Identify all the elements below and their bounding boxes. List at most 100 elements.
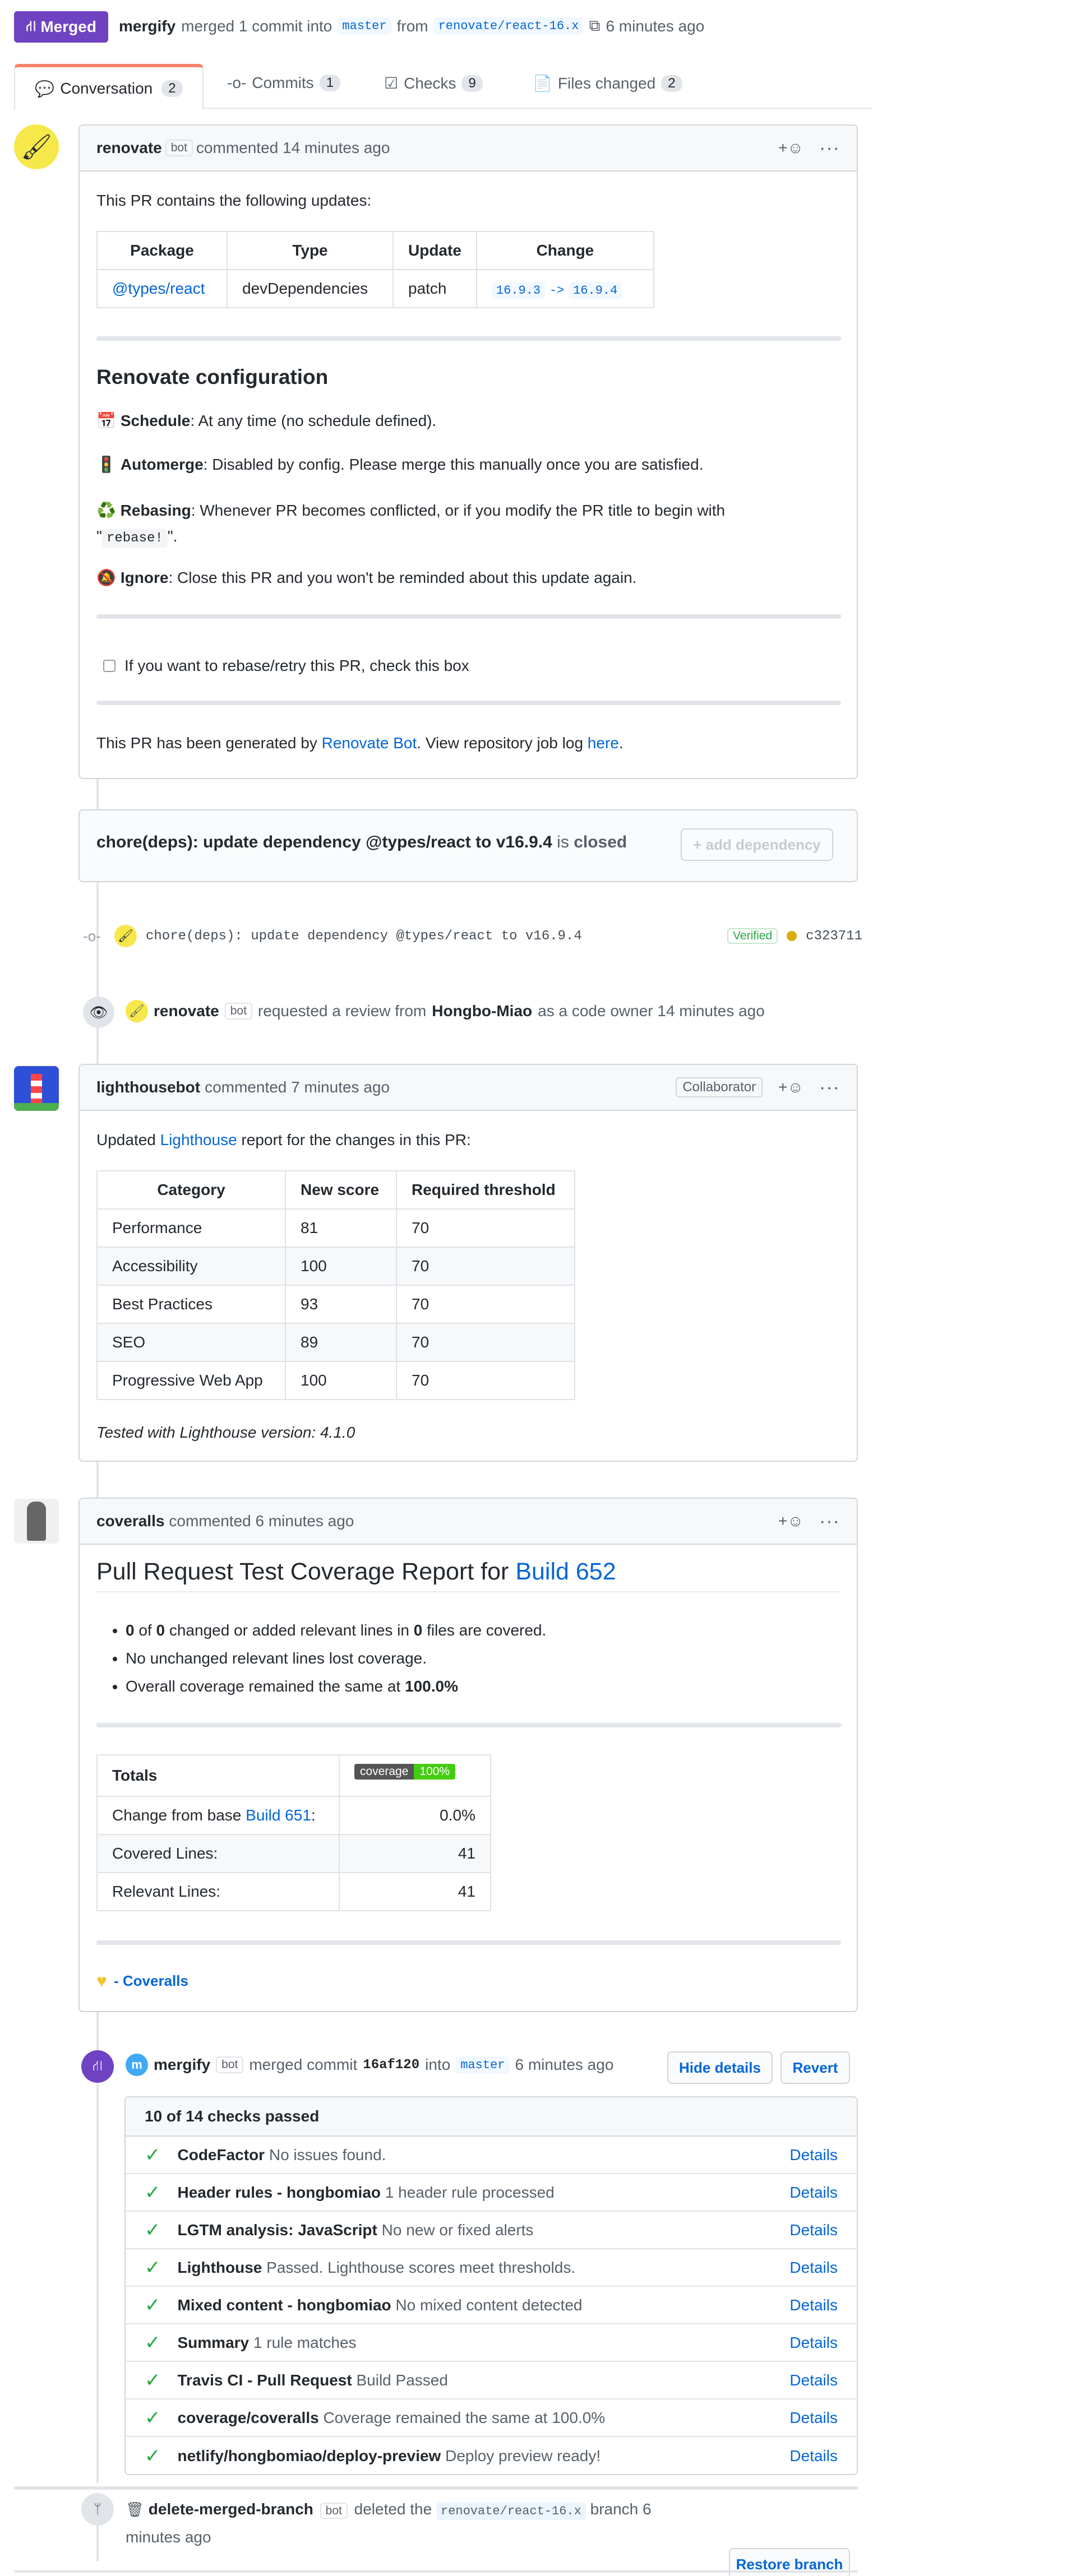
lighthouse-table: Category New score Required threshold Pe… bbox=[96, 1170, 575, 1400]
divider bbox=[96, 336, 841, 341]
add-reaction-icon[interactable]: +☺ bbox=[778, 1078, 803, 1096]
details-link[interactable]: Details bbox=[789, 2146, 838, 2164]
check-icon: ✓ bbox=[145, 2144, 161, 2166]
commit-message[interactable]: chore(deps): update dependency @types/re… bbox=[146, 929, 582, 944]
renovate-avatar[interactable]: 🖌 bbox=[14, 124, 59, 169]
lighthousebot-avatar[interactable] bbox=[14, 1066, 59, 1111]
coveralls-avatar[interactable] bbox=[14, 1499, 59, 1544]
checks-panel: 10 of 14 checks passed ✓ CodeFactor No is… bbox=[124, 2096, 858, 2475]
mergify-mini-avatar[interactable]: m bbox=[126, 2054, 148, 2076]
ignore-line: 🔕 Ignore: Close this PR and you won't be… bbox=[96, 568, 637, 587]
job-log-link[interactable]: here bbox=[588, 734, 619, 752]
merge-sha[interactable]: 16af120 bbox=[363, 2058, 419, 2073]
table-row: Accessibility 100 70 bbox=[96, 1247, 575, 1286]
details-link[interactable]: Details bbox=[789, 2259, 838, 2277]
dependency-box: chore(deps): update dependency @types/re… bbox=[78, 809, 858, 882]
bot-badge: bot bbox=[165, 140, 193, 156]
yellow-heart-icon: ♥ bbox=[96, 1971, 107, 1991]
check-icon: ✓ bbox=[145, 2257, 161, 2278]
check-icon: ✓ bbox=[145, 2407, 161, 2429]
reviewer[interactable]: Hongbo-Miao bbox=[432, 1002, 532, 1020]
checks-summary: 10 of 14 checks passed bbox=[126, 2097, 857, 2137]
check-icon: ✓ bbox=[145, 2181, 161, 2203]
commit-event: -o- 🖌 chore(deps): update dependency @ty… bbox=[83, 925, 862, 947]
comment-author[interactable]: lighthousebot bbox=[96, 1078, 200, 1096]
comment-header: coveralls commented 6 minutes ago +☺ ··· bbox=[80, 1499, 857, 1545]
automerge-line: 🚦 Automerge: Disabled by config. Please … bbox=[96, 455, 704, 474]
hide-details-button[interactable]: Hide details bbox=[667, 2051, 773, 2084]
more-options-icon[interactable]: ··· bbox=[819, 1512, 840, 1531]
tab-files-changed[interactable]: 📄 Files changed 2 bbox=[533, 74, 682, 92]
dependency-title[interactable]: chore(deps): update dependency @types/re… bbox=[96, 833, 552, 851]
check-item: ✓ Lighthouse Passed. Lighthouse scores me… bbox=[126, 2249, 857, 2287]
details-link[interactable]: Details bbox=[789, 2184, 838, 2202]
collaborator-badge: Collaborator bbox=[676, 1077, 763, 1097]
comment-icon: 💬 bbox=[35, 80, 55, 98]
verified-badge[interactable]: Verified bbox=[727, 928, 778, 944]
checks-icon: ☑ bbox=[384, 75, 399, 92]
lighthouse-link[interactable]: Lighthouse bbox=[160, 1131, 237, 1148]
base-build-link[interactable]: Build 651 bbox=[246, 1806, 311, 1824]
merge-actor[interactable]: mergify bbox=[119, 17, 175, 35]
package-link[interactable]: @types/react bbox=[112, 280, 205, 297]
checks-list: ✓ CodeFactor No issues found. Details ✓ Hea… bbox=[126, 2137, 857, 2474]
divider bbox=[96, 1723, 841, 1727]
copy-icon[interactable]: ⧉ bbox=[589, 17, 600, 35]
rebasing-line: ♻️ Rebasing: Whenever PR becomes conflic… bbox=[96, 498, 837, 552]
check-item: ✓ Travis CI - Pull Request Build Passed De… bbox=[126, 2362, 857, 2399]
check-item: ✓ CodeFactor No issues found. Details bbox=[126, 2137, 857, 2174]
coveralls-link[interactable]: - Coveralls bbox=[114, 1972, 188, 1990]
more-options-icon[interactable]: ··· bbox=[819, 1078, 840, 1097]
pr-merge-summary: mergify merged 1 commit into master from… bbox=[119, 17, 705, 35]
calendar-icon: 📅 bbox=[96, 412, 116, 429]
eye-icon: 👁 bbox=[83, 997, 114, 1028]
base-branch[interactable]: master bbox=[338, 17, 391, 35]
timeline-line bbox=[96, 2012, 99, 2483]
check-item: ✓ Header rules - hongbomiao 1 header rule… bbox=[126, 2174, 857, 2212]
schedule-line: 📅 Schedule: At any time (no schedule def… bbox=[96, 411, 437, 430]
dependency-status: closed bbox=[574, 833, 627, 851]
comment-header: lighthousebot commented 7 minutes ago Co… bbox=[80, 1065, 857, 1111]
details-link[interactable]: Details bbox=[789, 2409, 838, 2427]
totals-table: Totals coverage 100% Change from base Bu… bbox=[96, 1754, 491, 1911]
renovate-comment: renovate bot commented 14 minutes ago +☺… bbox=[78, 124, 858, 779]
pr-state-badge: ⛙ Merged bbox=[14, 11, 108, 43]
add-dependency-button[interactable]: + add dependency bbox=[681, 828, 833, 861]
coverage-badge[interactable]: coverage 100% bbox=[354, 1764, 456, 1780]
check-item: ✓ netlify/hongbomiao/deploy-preview Deplo… bbox=[145, 2445, 838, 2467]
add-reaction-icon[interactable]: +☺ bbox=[778, 139, 803, 157]
coverage-bullets: 0 of 0 changed or added relevant lines i… bbox=[126, 1616, 546, 1701]
more-options-icon[interactable]: ··· bbox=[819, 138, 840, 157]
comment-header: renovate bot commented 14 minutes ago +☺… bbox=[80, 126, 857, 172]
revert-button[interactable]: Revert bbox=[780, 2051, 850, 2084]
commit-sha[interactable]: c323711 bbox=[806, 929, 862, 944]
tab-conversation[interactable]: 💬 Conversation 2 bbox=[14, 64, 204, 110]
tab-commits[interactable]: -o- Commits 1 bbox=[227, 74, 341, 92]
details-link[interactable]: Details bbox=[789, 2221, 838, 2239]
table-row: Performance 81 70 bbox=[96, 1208, 575, 1248]
add-reaction-icon[interactable]: +☺ bbox=[778, 1512, 803, 1530]
details-link[interactable]: Details bbox=[789, 2334, 838, 2352]
renovate-mini-avatar[interactable]: 🖌 bbox=[114, 925, 137, 947]
details-link[interactable]: Details bbox=[789, 2296, 838, 2314]
tab-checks[interactable]: ☑ Checks 9 bbox=[384, 74, 483, 92]
details-link[interactable]: Details bbox=[789, 2447, 838, 2465]
tab-bar: 💬 Conversation 2 -o- Commits 1 ☑ Checks … bbox=[14, 64, 872, 110]
timeline-end-divider bbox=[14, 2486, 858, 2490]
renovate-mini-avatar[interactable]: 🖌 bbox=[126, 1000, 148, 1022]
table-row: SEO 89 70 bbox=[96, 1323, 575, 1362]
comment-author[interactable]: coveralls bbox=[96, 1512, 164, 1530]
divider bbox=[96, 701, 841, 705]
status-dot-icon[interactable] bbox=[787, 931, 797, 941]
head-branch[interactable]: renovate/react-16.x bbox=[433, 17, 584, 35]
comment-author[interactable]: renovate bbox=[96, 139, 162, 157]
renovate-bot-link[interactable]: Renovate Bot bbox=[322, 734, 417, 752]
config-heading: Renovate configuration bbox=[96, 365, 329, 388]
branch-deleted-event: 🗑 delete-merged-branch bot deleted the r… bbox=[126, 2500, 652, 2546]
rebase-checkbox[interactable] bbox=[103, 660, 116, 672]
coverage-report-title: Pull Request Test Coverage Report for Bu… bbox=[96, 1558, 841, 1592]
divider bbox=[96, 1940, 841, 1945]
rebase-checkbox-row: If you want to rebase/retry this PR, che… bbox=[103, 657, 469, 675]
build-link[interactable]: Build 652 bbox=[515, 1558, 616, 1585]
details-link[interactable]: Details bbox=[789, 2371, 838, 2389]
